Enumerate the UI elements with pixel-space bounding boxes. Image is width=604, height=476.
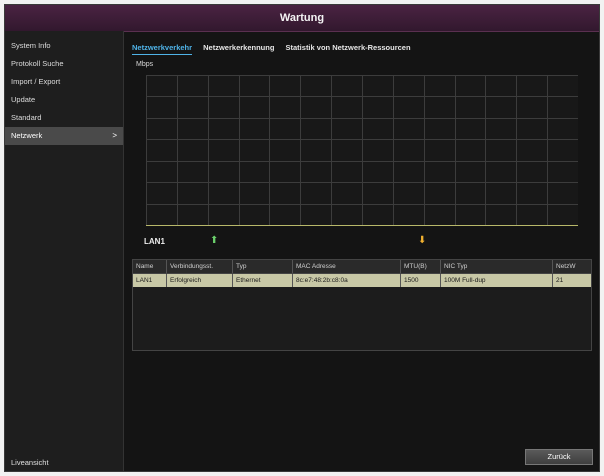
live-view-button[interactable]: Liveansicht: [11, 458, 49, 467]
traffic-graph: [146, 75, 578, 226]
graph-unit-label: Mbps: [136, 61, 154, 68]
column-header-mac-address: MAC Adresse: [293, 260, 401, 273]
cell-mac-address: 8c:e7:48:2b:c8:0a: [293, 274, 401, 287]
sidebar-item-network[interactable]: Netzwerk >: [5, 127, 123, 145]
tab-network-resources-statistics[interactable]: Statistik von Netzwerk-Ressourcen: [286, 43, 411, 54]
column-header-nic-type: NIC Typ: [441, 260, 553, 273]
maintenance-window: Wartung System Info Protokoll Suche Impo…: [4, 4, 600, 472]
column-header-type: Typ: [233, 260, 293, 273]
sidebar-list: System Info Protokoll Suche Import / Exp…: [5, 37, 123, 145]
back-button[interactable]: Zurück: [525, 449, 593, 465]
column-header-mtu: MTU(B): [401, 260, 441, 273]
sidebar-item-log-search[interactable]: Protokoll Suche: [5, 55, 123, 73]
sidebar-item-label: Update: [11, 95, 36, 104]
column-header-netzw: NetzW: [556, 263, 576, 270]
window-title: Wartung: [5, 5, 599, 32]
interface-label: LAN1: [144, 237, 165, 246]
cell-type: Ethernet: [233, 274, 293, 287]
sidebar-item-label: Netzwerk: [11, 131, 43, 140]
sidebar-item-system-info[interactable]: System Info: [5, 37, 123, 55]
sidebar-item-update[interactable]: Update: [5, 91, 123, 109]
sidebar-item-import-export[interactable]: Import / Export: [5, 73, 123, 91]
column-header-connection-status: Verbindungsst.: [167, 260, 233, 273]
network-interface-table: Name Verbindungsst. Typ MAC Adresse MTU(…: [132, 259, 592, 351]
download-arrow-icon: ⬇: [418, 235, 427, 246]
sidebar-item-default[interactable]: Standard: [5, 109, 123, 127]
cell-connection-status: Erfolgreich: [167, 274, 233, 287]
column-header-name: Name: [133, 260, 167, 273]
sidebar-item-label: System Info: [11, 41, 51, 50]
main-panel: Netzwerkverkehr Netzwerkerkennung Statis…: [124, 31, 599, 471]
cell-mtu: 1500: [401, 274, 441, 287]
cell-nic-type: 100M Full-dup: [441, 274, 553, 287]
cell-netzw: 21: [556, 277, 564, 284]
traffic-graph-grid: [146, 75, 578, 225]
tab-network-detection[interactable]: Netzwerkerkennung: [203, 43, 274, 54]
tab-bar: Netzwerkverkehr Netzwerkerkennung Statis…: [132, 43, 420, 55]
upload-arrow-icon: ⬆: [210, 235, 219, 246]
sidebar-item-label: Protokoll Suche: [11, 59, 64, 68]
tab-network-traffic[interactable]: Netzwerkverkehr: [132, 43, 193, 55]
chevron-right-icon: >: [112, 131, 117, 140]
table-header: Name Verbindungsst. Typ MAC Adresse MTU(…: [133, 260, 591, 274]
sidebar: System Info Protokoll Suche Import / Exp…: [5, 31, 124, 471]
table-row[interactable]: LAN1 Erfolgreich Ethernet 8c:e7:48:2b:c8…: [133, 274, 591, 287]
cell-name: LAN1: [133, 274, 167, 287]
sidebar-item-label: Standard: [11, 113, 42, 122]
sidebar-item-label: Import / Export: [11, 77, 61, 86]
